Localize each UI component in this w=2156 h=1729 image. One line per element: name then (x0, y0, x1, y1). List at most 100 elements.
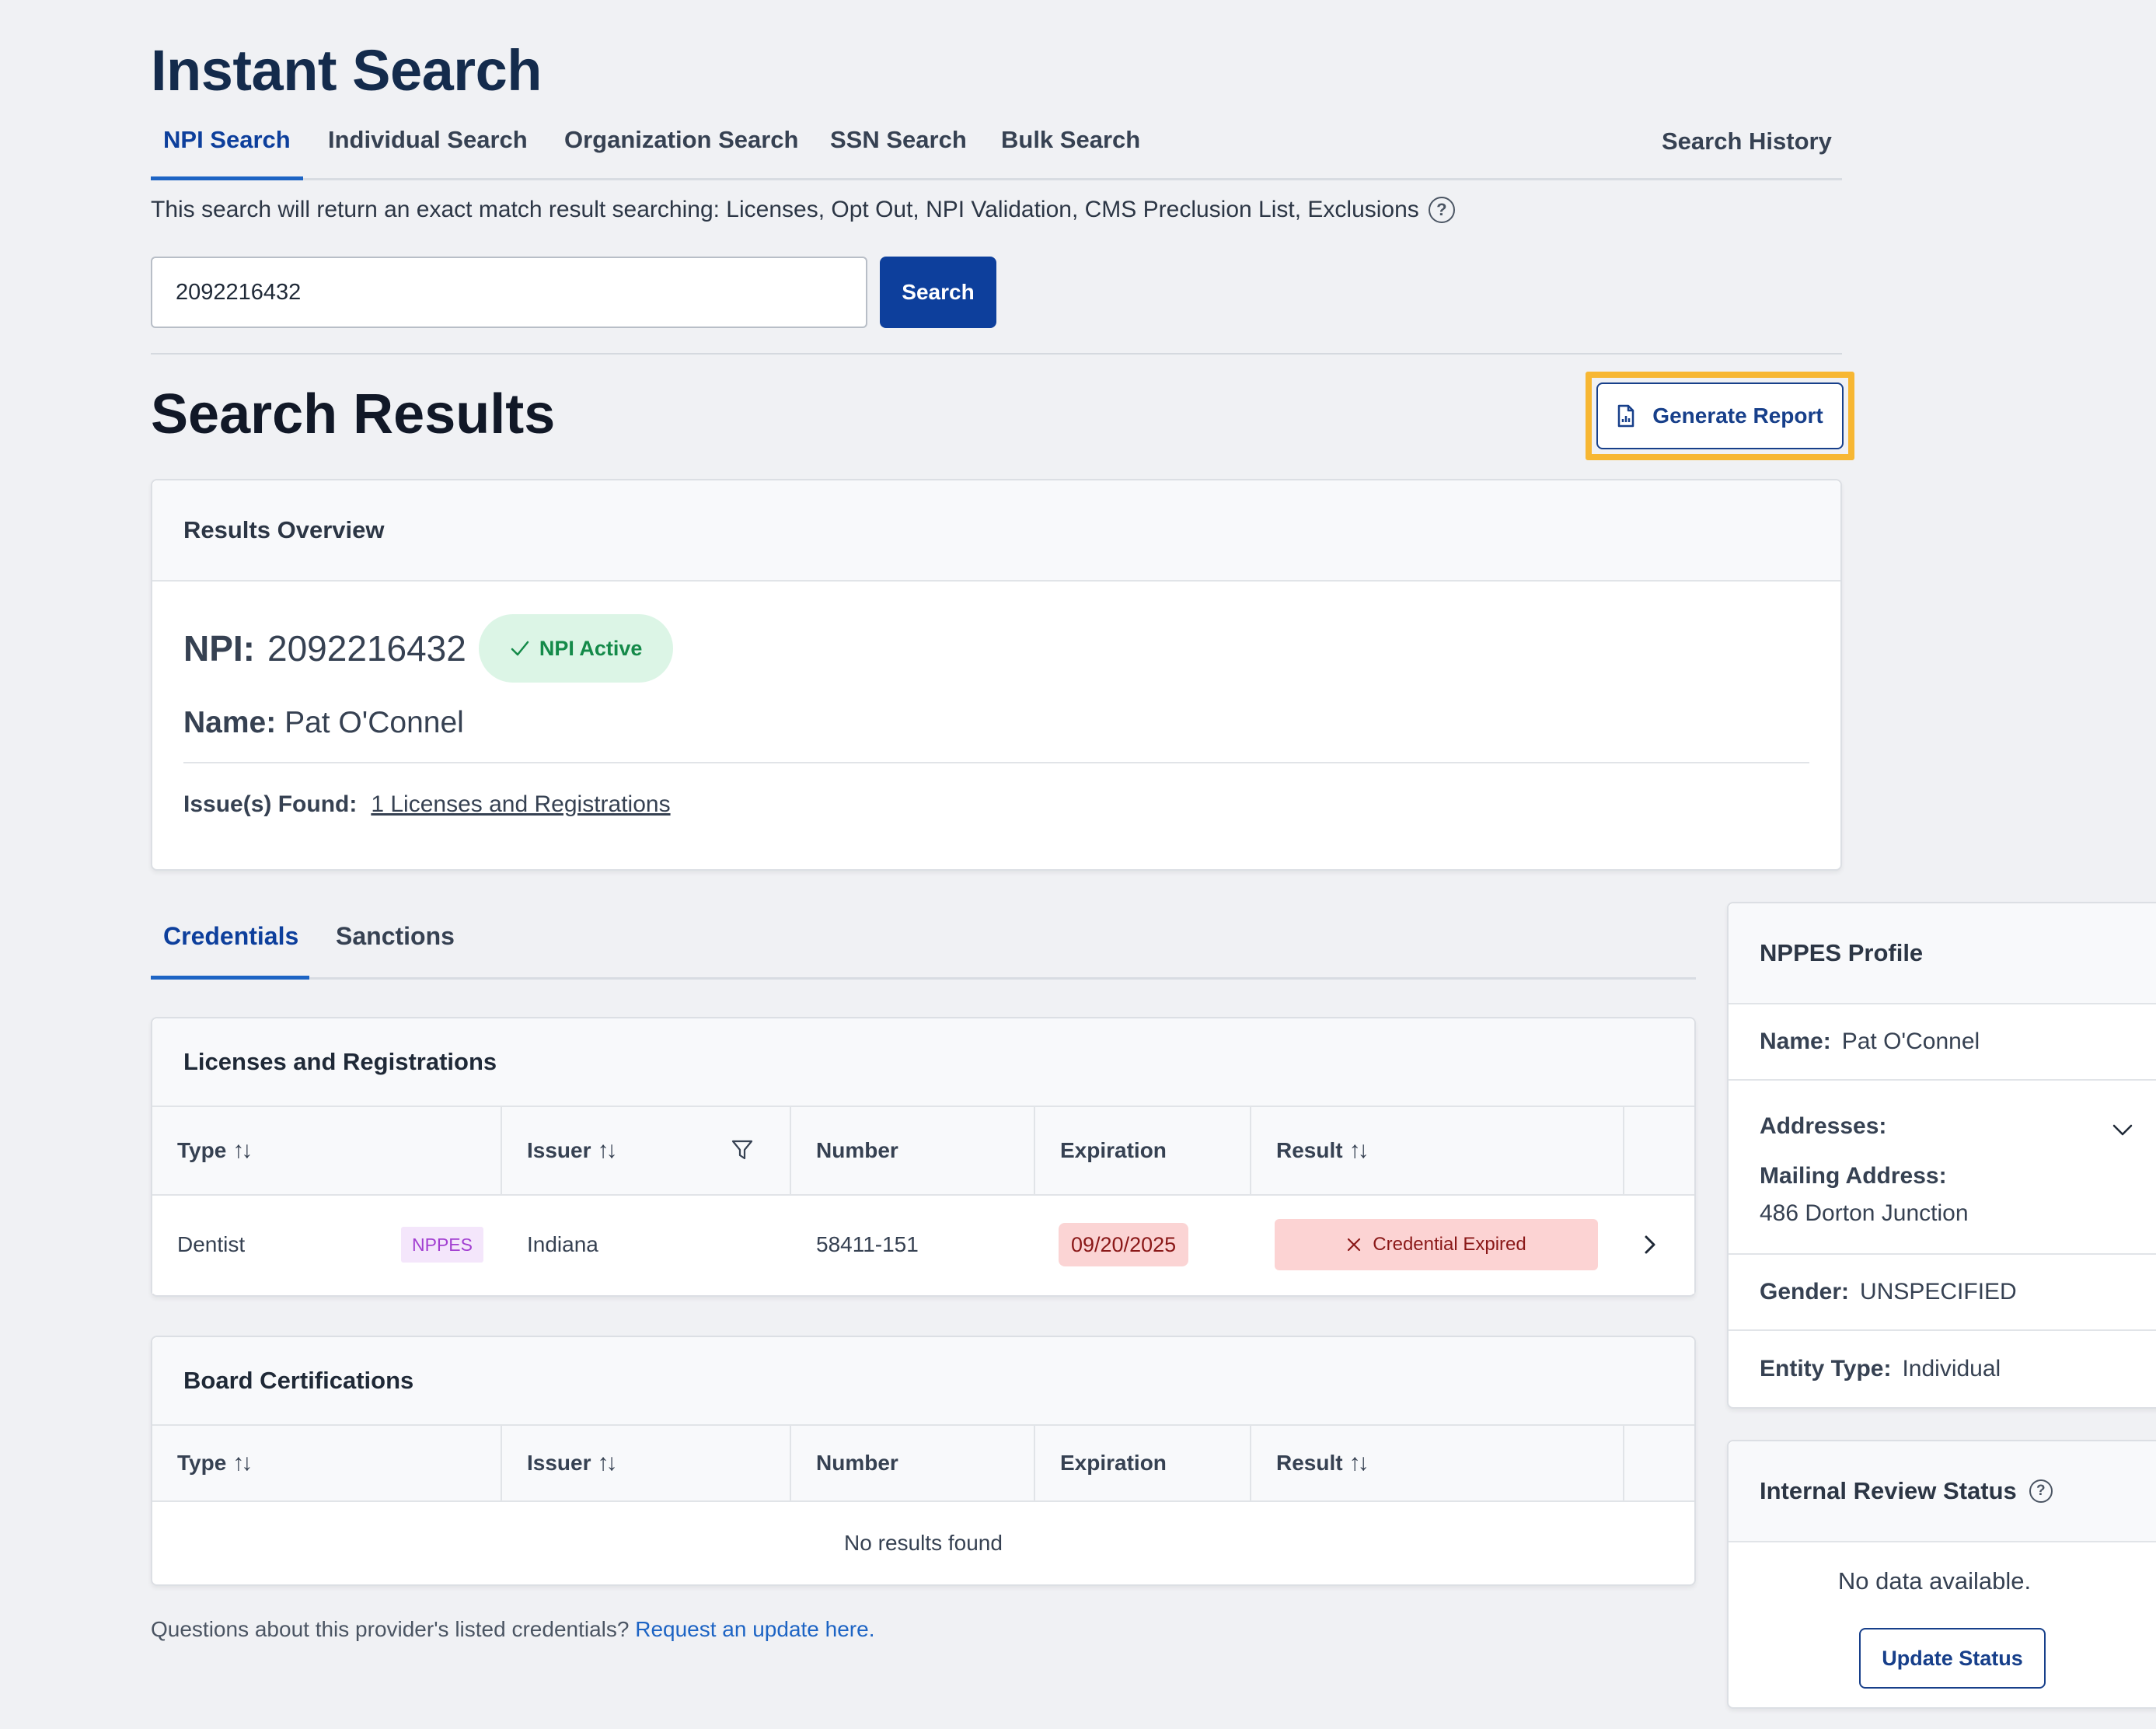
table-header: Type ↑↓ Issuer ↑↓ Number Expiration Result… (152, 1107, 1694, 1196)
request-update-link[interactable]: Request an update here. (635, 1617, 874, 1641)
table-header: Type ↑↓ Issuer ↑↓ Number Expiration Result… (152, 1426, 1694, 1502)
divider (183, 762, 1809, 763)
nppes-name-label: Name: (1760, 1029, 1831, 1054)
column-number: Number (791, 1426, 1035, 1500)
column-result[interactable]: Result ↑↓ (1251, 1426, 1624, 1500)
credentials-footer: Questions about this provider's listed c… (151, 1617, 874, 1642)
column-expiration-label: Expiration (1060, 1451, 1167, 1475)
column-issuer[interactable]: Issuer ↑↓ (502, 1107, 791, 1194)
column-number-label: Number (816, 1138, 898, 1162)
tab-credentials[interactable]: Credentials (163, 922, 298, 951)
expiration-badge: 09/20/2025 (1059, 1223, 1189, 1266)
internal-review-title: Internal Review Status (1760, 1477, 2017, 1504)
active-tab-indicator (151, 976, 309, 980)
chevron-down-icon[interactable] (2111, 1123, 2134, 1138)
review-empty-text: No data available. (1837, 1567, 2032, 1595)
gender-value: UNSPECIFIED (1860, 1279, 2017, 1305)
result-badge: Credential Expired (1275, 1219, 1598, 1270)
column-expiration: Expiration (1035, 1107, 1251, 1194)
chevron-right-icon (1645, 1235, 1655, 1254)
search-tabs: NPI Search Individual Search Organizatio… (151, 109, 1842, 180)
cell-result: Credential Expired (1275, 1196, 1598, 1294)
column-issuer[interactable]: Issuer ↑↓ (502, 1426, 791, 1500)
board-certifications-title: Board Certifications (152, 1337, 1694, 1426)
mailing-address-value: 486 Dorton Junction (1760, 1200, 1969, 1226)
addresses-label: Addresses: (1760, 1113, 1886, 1140)
help-icon[interactable]: ? (2029, 1479, 2053, 1503)
sort-icon[interactable]: ↑↓ (232, 1450, 253, 1476)
mailing-address-label: Mailing Address: (1760, 1163, 1947, 1189)
internal-review-card: Internal Review Status ? No data availab… (1727, 1440, 2156, 1709)
update-status-button[interactable]: Update Status (1859, 1628, 2046, 1689)
table-row[interactable]: Dentist NPPES Indiana 58411-151 09/20/20… (152, 1196, 1694, 1294)
column-result-label: Result (1276, 1451, 1343, 1475)
column-type-label: Type (177, 1138, 227, 1162)
cell-expiration: 09/20/2025 (1059, 1196, 1189, 1294)
npi-value: 2092216432 (267, 628, 466, 669)
cell-issuer: Indiana (527, 1232, 598, 1256)
column-number: Number (791, 1107, 1035, 1194)
footer-question: Questions about this provider's listed c… (151, 1617, 630, 1641)
active-tab-indicator (151, 176, 303, 180)
column-type[interactable]: Type ↑↓ (152, 1107, 502, 1194)
column-expiration-label: Expiration (1060, 1138, 1167, 1162)
check-icon (511, 641, 529, 656)
internal-review-header: Internal Review Status ? (1729, 1441, 2156, 1542)
search-history-link[interactable]: Search History (1662, 127, 1832, 155)
generate-report-label: Generate Report (1652, 403, 1823, 428)
sort-icon[interactable]: ↑↓ (1349, 1450, 1369, 1476)
cell-number: 58411-151 (816, 1232, 919, 1256)
tab-bulk-search[interactable]: Bulk Search (1001, 126, 1140, 154)
divider (151, 353, 1842, 355)
addresses-label-text: Addresses: (1760, 1113, 1887, 1139)
no-results-text: No results found (844, 1531, 1003, 1555)
column-result-label: Result (1276, 1138, 1343, 1162)
nppes-profile-card: NPPES Profile Name: Pat O'Connel Address… (1727, 902, 2156, 1409)
npi-search-input[interactable] (151, 257, 867, 328)
column-type[interactable]: Type ↑↓ (152, 1426, 502, 1500)
tab-npi-search[interactable]: NPI Search (163, 126, 291, 154)
gender-label: Gender: (1760, 1279, 1850, 1305)
issues-label: Issue(s) Found: (183, 791, 358, 817)
issues-found: Issue(s) Found: 1 Licenses and Registrat… (183, 791, 671, 818)
nppes-profile-header: NPPES Profile (1729, 903, 2156, 1004)
search-results-title: Search Results (151, 383, 556, 445)
tab-organization-search[interactable]: Organization Search (564, 126, 798, 154)
detail-tabs: Credentials Sanctions (151, 902, 1696, 980)
mailing-address-label-text: Mailing Address: (1760, 1163, 1947, 1189)
npi-label: NPI: (183, 628, 255, 669)
board-certifications-card: Board Certifications Type ↑↓ Issuer ↑↓ Num… (151, 1336, 1696, 1586)
search-hint-text: This search will return an exact match r… (151, 197, 1419, 222)
result-text: Credential Expired (1373, 1234, 1526, 1255)
sort-icon[interactable]: ↑↓ (598, 1450, 618, 1476)
nppes-entity-row: Entity Type: Individual (1729, 1331, 2156, 1407)
column-issuer-label: Issuer (527, 1451, 591, 1475)
search-button[interactable]: Search (880, 257, 996, 328)
entity-type-value: Individual (1902, 1356, 2001, 1381)
overview-name-value: Pat O'Connel (284, 706, 464, 739)
results-overview-card: Results Overview NPI: 2092216432 NPI Act… (151, 479, 1842, 871)
generate-report-button[interactable]: Generate Report (1596, 382, 1844, 449)
report-file-icon (1618, 404, 1634, 428)
results-overview-header: Results Overview (152, 480, 1840, 582)
help-icon[interactable]: ? (1428, 197, 1455, 223)
licenses-table-card: Licenses and Registrations Type ↑↓ Issuer… (151, 1017, 1696, 1297)
sort-icon[interactable]: ↑↓ (598, 1137, 618, 1164)
page-title: Instant Search (151, 38, 542, 103)
tab-individual-search[interactable]: Individual Search (328, 126, 528, 154)
column-number-label: Number (816, 1451, 898, 1475)
sort-icon[interactable]: ↑↓ (1349, 1137, 1369, 1164)
npi-status-badge: NPI Active (478, 614, 674, 683)
nppes-gender-row: Gender: UNSPECIFIED (1729, 1255, 2156, 1331)
search-hint: This search will return an exact match r… (151, 197, 1455, 223)
row-expand-button[interactable] (1643, 1196, 1657, 1294)
sort-icon[interactable]: ↑↓ (232, 1137, 253, 1164)
tab-ssn-search[interactable]: SSN Search (830, 126, 967, 154)
nppes-source-tag: NPPES (401, 1227, 483, 1263)
column-result[interactable]: Result ↑↓ (1251, 1107, 1624, 1194)
nppes-name-value: Pat O'Connel (1841, 1029, 1980, 1054)
issues-link[interactable]: 1 Licenses and Registrations (371, 791, 670, 818)
filter-icon[interactable] (731, 1138, 754, 1161)
tab-sanctions[interactable]: Sanctions (336, 922, 455, 951)
overview-name-label: Name: (183, 706, 277, 739)
